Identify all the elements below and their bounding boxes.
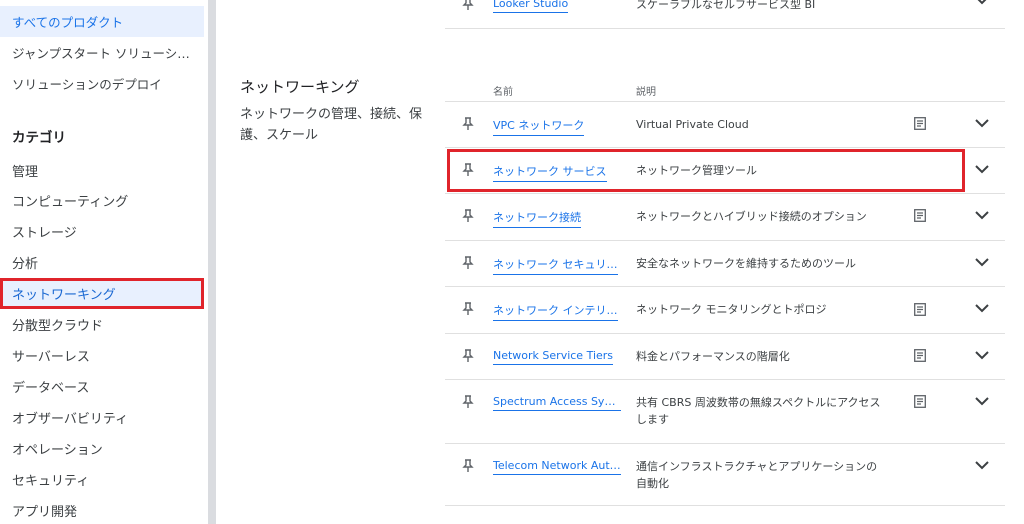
category-analytics[interactable]: 分析 bbox=[0, 247, 204, 278]
table-header-row: 名前 説明 bbox=[445, 75, 1005, 102]
chevron-down-icon[interactable] bbox=[975, 351, 989, 360]
chevron-down-icon[interactable] bbox=[975, 211, 989, 220]
table-row: Looker Studio スケーラブルなセルフサービス型 BI bbox=[445, 0, 1005, 29]
product-description: スケーラブルなセルフサービス型 BI bbox=[636, 0, 816, 11]
product-description: ネットワークとハイブリッド接続のオプション bbox=[636, 210, 867, 223]
product-description: 共有 CBRS 周波数帯の無線スペクトルにアクセスします bbox=[636, 396, 881, 426]
category-compute[interactable]: コンピューティング bbox=[0, 185, 204, 216]
product-description: 料金とパフォーマンスの階層化 bbox=[636, 350, 790, 363]
table-row: Network Service Tiers 料金とパフォーマンスの階層化 bbox=[445, 334, 1005, 380]
product-description: 安全なネットワークを維持するためのツール bbox=[636, 257, 856, 270]
pin-icon[interactable] bbox=[462, 0, 474, 11]
sidebar-nav: すべてのプロダクト ジャンプスタート ソリューシ… ソリューションのデプロイ カ… bbox=[0, 0, 208, 524]
pin-icon[interactable] bbox=[462, 256, 474, 270]
product-description: 通信インフラストラクチャとアプリケーションの自動化 bbox=[636, 460, 878, 490]
chevron-down-icon[interactable] bbox=[975, 165, 989, 174]
product-table: Looker Studio スケーラブルなセルフサービス型 BI 名前 説明 V… bbox=[445, 0, 1005, 524]
chevron-down-icon[interactable] bbox=[975, 397, 989, 406]
pin-icon[interactable] bbox=[462, 395, 474, 409]
product-description: ネットワーク モニタリングとトポロジ bbox=[636, 303, 827, 316]
category-operations[interactable]: オペレーション bbox=[0, 433, 204, 464]
product-link-network-service-tiers[interactable]: Network Service Tiers bbox=[493, 349, 614, 365]
category-storage[interactable]: ストレージ bbox=[0, 216, 204, 247]
category-networking[interactable]: ネットワーキング bbox=[0, 278, 204, 309]
section-title: ネットワーキング bbox=[240, 78, 360, 96]
highlight-annotation bbox=[447, 149, 965, 192]
category-management[interactable]: 管理 bbox=[0, 155, 204, 186]
nav-jumpstart-solutions[interactable]: ジャンプスタート ソリューシ… bbox=[0, 37, 204, 68]
pin-icon[interactable] bbox=[462, 349, 474, 363]
nav-all-products[interactable]: すべてのプロダクト bbox=[0, 6, 204, 37]
pin-icon[interactable] bbox=[462, 459, 474, 473]
table-row: ネットワーク セキュリ… 安全なネットワークを維持するためのツール bbox=[445, 241, 1005, 287]
category-distributed-cloud[interactable]: 分散型クラウド bbox=[0, 309, 204, 340]
category-security[interactable]: セキュリティ bbox=[0, 464, 204, 495]
pin-icon[interactable] bbox=[462, 302, 474, 316]
product-link[interactable]: Looker Studio bbox=[493, 0, 569, 13]
nav-deploy-solutions[interactable]: ソリューションのデプロイ bbox=[0, 68, 204, 99]
header-name: 名前 bbox=[493, 87, 513, 98]
document-icon[interactable] bbox=[914, 349, 926, 362]
chevron-down-icon[interactable] bbox=[975, 461, 989, 470]
table-row: Telecom Network Auto… 通信インフラストラクチャとアプリケー… bbox=[445, 444, 1005, 506]
table-row: VPC ネットワーク Virtual Private Cloud bbox=[445, 102, 1005, 148]
category-header: カテゴリ bbox=[12, 130, 66, 146]
product-link-network-intelligence[interactable]: ネットワーク インテリ… bbox=[493, 302, 618, 321]
product-link-network-security[interactable]: ネットワーク セキュリ… bbox=[493, 256, 618, 275]
chevron-down-icon[interactable] bbox=[975, 119, 989, 128]
category-serverless[interactable]: サーバーレス bbox=[0, 340, 204, 371]
pin-icon[interactable] bbox=[462, 117, 474, 131]
document-icon[interactable] bbox=[914, 395, 926, 408]
category-databases[interactable]: データベース bbox=[0, 371, 204, 402]
product-link-network-connectivity[interactable]: ネットワーク接続 bbox=[493, 209, 581, 228]
category-observability[interactable]: オブザーバビリティ bbox=[0, 402, 204, 433]
document-icon[interactable] bbox=[914, 303, 926, 316]
document-icon[interactable] bbox=[914, 117, 926, 130]
product-link-spectrum-access-system[interactable]: Spectrum Access System bbox=[493, 395, 621, 411]
category-app-development[interactable]: アプリ開発 bbox=[0, 495, 204, 524]
table-row: ネットワーク インテリ… ネットワーク モニタリングとトポロジ bbox=[445, 287, 1005, 334]
sidebar-scrollbar[interactable] bbox=[208, 0, 216, 524]
product-link-vpc-network[interactable]: VPC ネットワーク bbox=[493, 117, 585, 136]
header-description: 説明 bbox=[636, 87, 656, 98]
product-link-telecom-network-automation[interactable]: Telecom Network Auto… bbox=[493, 459, 621, 475]
table-row: Spectrum Access System 共有 CBRS 周波数帯の無線スペ… bbox=[445, 380, 1005, 444]
document-icon[interactable] bbox=[914, 209, 926, 222]
chevron-down-icon[interactable] bbox=[975, 304, 989, 313]
table-row: ネットワーク接続 ネットワークとハイブリッド接続のオプション bbox=[445, 194, 1005, 241]
chevron-down-icon[interactable] bbox=[975, 0, 989, 5]
pin-icon[interactable] bbox=[462, 209, 474, 223]
section-description: ネットワークの管理、接続、保護、スケール bbox=[240, 107, 423, 143]
product-description: Virtual Private Cloud bbox=[636, 118, 749, 131]
chevron-down-icon[interactable] bbox=[975, 258, 989, 267]
